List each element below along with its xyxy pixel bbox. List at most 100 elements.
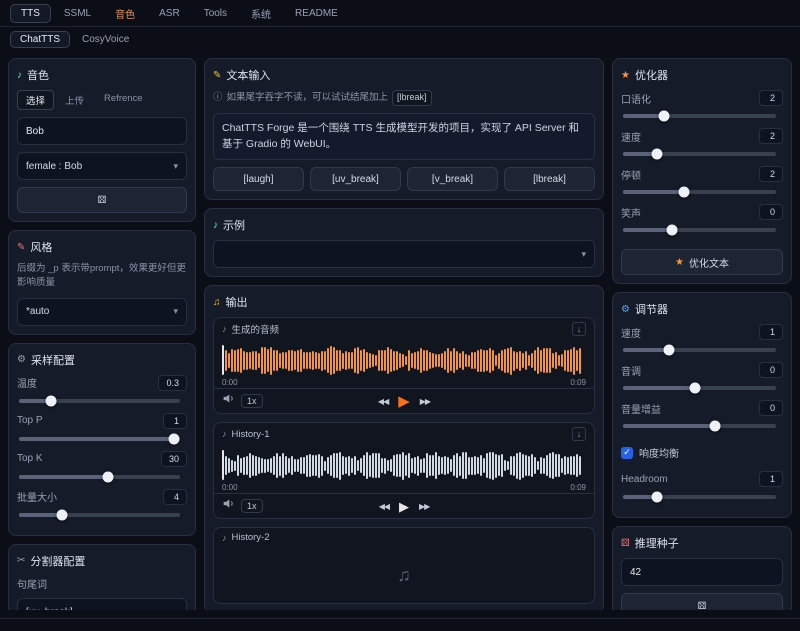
slider-handle[interactable] [651,149,662,160]
forward-button[interactable]: ▶▶ [419,502,429,511]
dice-icon: ⚄ [621,538,630,549]
audio-empty-placeholder: ♫ [214,547,594,603]
download-icon[interactable]: ↓ [572,427,586,441]
refine-text-button[interactable]: ★ 优化文本 [621,249,783,275]
slider-track[interactable] [623,152,776,156]
rewind-button[interactable]: ◀◀ [379,502,389,511]
random-seed-button[interactable]: ⚄ [621,593,783,610]
nav-tab-SSML[interactable]: SSML [53,4,102,23]
slider-track[interactable] [19,475,180,479]
slider-track[interactable] [623,386,776,390]
nav-tab-README[interactable]: README [284,4,349,23]
audio-生成的音频: ♪生成的音频↓0:000:091x◀◀▶▶▶ [213,317,595,414]
waveform[interactable]: 0:00 0:09 [214,445,594,493]
speaker-icon[interactable] [222,497,235,515]
footer-divider [0,618,800,631]
slider-label: Top K [17,453,43,464]
token-button-[uv_break][interactable]: [uv_break] [310,167,401,191]
model-tabs: ChatTTSCosyVoice [0,27,800,52]
play-button[interactable]: ▶ [399,500,409,513]
audio-History-1: ♪History-1↓0:000:091x◀◀▶▶▶ [213,422,595,519]
slider-Top K: Top K 30 [17,451,187,489]
waveform[interactable]: 0:000:09 [214,340,594,388]
nav-tab-ASR[interactable]: ASR [148,4,191,23]
eos-input[interactable]: [uv_break] [17,598,187,611]
slider-handle[interactable] [663,345,674,356]
slider-label: 音量增益 [621,401,661,416]
nav-tab-系统[interactable]: 系统 [240,2,282,25]
style-select-dropdown[interactable]: *auto ▾ [17,298,187,326]
slider-批量大小: 批量大小4 [17,489,187,527]
slider-track[interactable] [19,513,180,517]
checkbox-box[interactable]: ✓ [621,447,633,459]
splitter-panel-title: 分割器配置 [30,553,85,569]
slider-track[interactable] [623,348,776,352]
slider-value[interactable]: 4 [163,489,187,505]
examples-dropdown[interactable]: ▾ [213,240,595,268]
slider-笑声: 笑声0 [621,204,783,242]
voice-tab-上传[interactable]: 上传 [56,90,93,110]
slider-track[interactable] [623,424,776,428]
slider-handle[interactable] [57,509,68,520]
time-total: 0:09 [570,483,586,492]
slider-value[interactable]: 0 [759,362,783,378]
voice-select-dropdown[interactable]: female : Bob ▾ [17,152,187,180]
slider-track[interactable] [623,228,776,232]
slider-value[interactable]: 0 [759,400,783,416]
sampling-panel: ⚙ 采样配置 温度0.3Top P1Top K30批量大小4 [8,343,196,536]
slider-handle[interactable] [679,187,690,198]
voice-tab-选择[interactable]: 选择 [17,90,54,110]
slider-value[interactable]: 2 [759,166,783,182]
slider-handle[interactable] [709,421,720,432]
download-icon[interactable]: ↓ [572,322,586,336]
forward-button[interactable]: ▶▶ [420,397,430,406]
speaker-icon[interactable] [222,392,235,410]
playhead-cursor[interactable] [222,345,224,375]
tts-text-input[interactable]: ChatTTS Forge 是一个围绕 TTS 生成模型开发的项目，实现了 AP… [213,113,595,161]
nav-tab-TTS[interactable]: TTS [10,4,51,23]
slider-value[interactable]: 0.3 [158,375,187,391]
slider-value[interactable]: 1 [759,471,783,487]
token-button-[v_break][interactable]: [v_break] [407,167,498,191]
slider-track[interactable] [19,437,180,441]
text-input-panel: ✎ 文本输入 ⓘ 如果尾字吞字不读，可以试试结尾加上 [lbreak] Chat… [204,58,604,200]
playback-speed-button[interactable]: 1x [241,394,263,408]
slider-value[interactable]: 30 [161,451,187,467]
seed-input[interactable] [621,558,783,586]
nav-tab-Tools[interactable]: Tools [193,4,238,23]
slider-value[interactable]: 2 [759,90,783,106]
tuner-icon: ⚙ [621,304,630,315]
slider-handle[interactable] [659,111,670,122]
slider-fill [623,190,684,194]
play-button[interactable]: ▶ [398,394,410,409]
slider-handle[interactable] [666,225,677,236]
slider-track[interactable] [623,495,776,499]
slider-value[interactable]: 0 [759,204,783,220]
playhead-cursor[interactable] [222,450,224,480]
model-tab-ChatTTS[interactable]: ChatTTS [10,31,70,48]
slider-handle[interactable] [651,492,662,503]
slider-handle[interactable] [689,383,700,394]
checkbox-响度均衡[interactable]: ✓响度均衡 [621,445,783,460]
slider-handle[interactable] [46,395,57,406]
voice-tab-Refrence[interactable]: Refrence [95,90,152,110]
model-tab-CosyVoice[interactable]: CosyVoice [72,31,139,48]
slider-track[interactable] [623,190,776,194]
time-current: 0:00 [222,483,238,492]
slider-value[interactable]: 1 [759,324,783,340]
nav-tab-音色[interactable]: 音色 [104,2,146,25]
audio-label: History-1 [232,429,270,440]
voice-random-button[interactable]: ⚄ [17,187,187,213]
slider-value[interactable]: 2 [759,128,783,144]
token-button-[lbreak][interactable]: [lbreak] [504,167,595,191]
slider-handle[interactable] [102,471,113,482]
rewind-button[interactable]: ◀◀ [378,397,388,406]
style-panel: ✎ 风格 后缀为 _p 表示带prompt，效果更好但更影响质量 *auto ▾ [8,230,196,335]
playback-speed-button[interactable]: 1x [241,499,263,513]
slider-value[interactable]: 1 [163,413,187,429]
slider-track[interactable] [623,114,776,118]
slider-handle[interactable] [168,433,179,444]
voice-name-input[interactable] [17,117,187,145]
token-button-[laugh][interactable]: [laugh] [213,167,304,191]
slider-track[interactable] [19,399,180,403]
